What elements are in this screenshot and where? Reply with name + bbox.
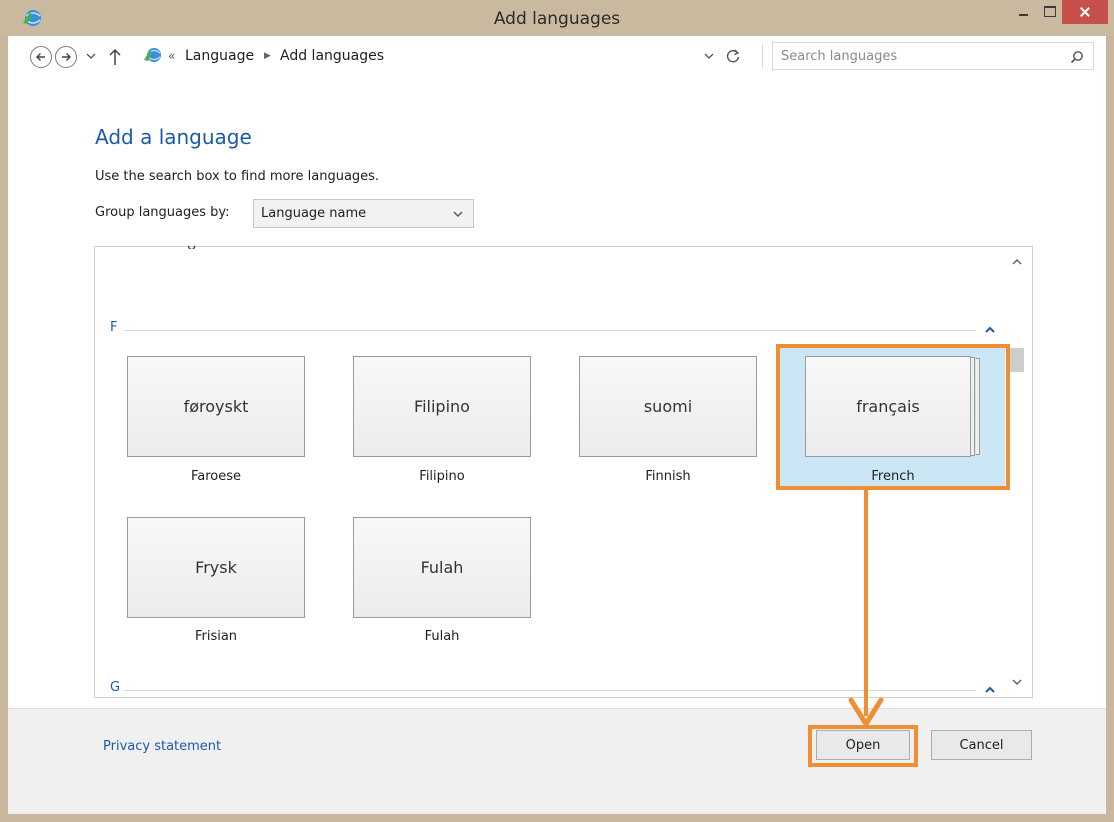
address-overflow-marker[interactable]: « (168, 44, 175, 68)
forward-button[interactable] (55, 46, 77, 68)
tile-native-name: Fulah (420, 558, 464, 577)
address-dropdown-chevron-icon[interactable] (702, 49, 716, 63)
instruction-text: Use the search box to find more language… (95, 169, 380, 184)
search-box[interactable] (772, 42, 1094, 70)
annotation-highlight-open (808, 725, 918, 767)
language-tile-faroese[interactable]: føroyskt (127, 356, 305, 457)
language-tile-frisian[interactable]: Frysk (127, 517, 305, 618)
up-arrow-icon[interactable] (106, 46, 124, 68)
group-header-f: F (110, 320, 118, 335)
arrow-right-icon (62, 53, 71, 61)
dialog-footer (8, 708, 1106, 814)
search-input[interactable] (781, 45, 1051, 67)
group-divider-f (124, 330, 976, 331)
tile-native-name: Filipino (414, 397, 470, 416)
arrow-left-icon (36, 53, 45, 61)
chevron-down-icon (453, 211, 463, 217)
add-languages-window: Add languages « Language ▶ Add languages… (0, 0, 1114, 822)
tile-native-name: suomi (643, 397, 693, 416)
address-divider (762, 44, 763, 68)
address-bar[interactable]: « Language ▶ Add languages (132, 42, 758, 70)
title-bar[interactable]: Add languages (0, 0, 1114, 36)
collapse-group-g-chevron-up-icon[interactable] (984, 685, 996, 695)
clipped-previous-item: ᴗ ˅ (187, 243, 208, 249)
recent-locations-chevron-icon[interactable] (84, 49, 98, 63)
language-tile-fulah[interactable]: Fulah (353, 517, 531, 618)
group-divider-g (124, 690, 976, 691)
search-icon[interactable] (1069, 49, 1085, 65)
privacy-statement-link[interactable]: Privacy statement (103, 739, 221, 754)
tile-native-name: Frysk (195, 558, 237, 577)
window-title: Add languages (493, 9, 621, 29)
scroll-up-chevron-icon[interactable] (1010, 255, 1024, 269)
annotation-highlight-french (776, 344, 1010, 490)
close-button[interactable] (1062, 0, 1108, 24)
tile-caption-finnish: Finnish (645, 469, 691, 484)
cancel-button[interactable]: Cancel (931, 730, 1032, 760)
group-header-g: G (110, 680, 121, 695)
minimize-button[interactable] (1010, 0, 1036, 24)
maximize-button[interactable] (1036, 0, 1062, 24)
breadcrumb-add-languages[interactable]: Add languages (280, 43, 384, 69)
tile-caption-fulah: Fulah (424, 629, 460, 644)
tile-caption-filipino: Filipino (419, 469, 465, 484)
group-by-label: Group languages by: (95, 205, 230, 220)
tile-native-name: føroyskt (183, 397, 249, 416)
group-by-selected-value: Language name (261, 206, 367, 221)
page-title: Add a language (95, 125, 252, 149)
breadcrumb-language[interactable]: Language (185, 43, 254, 69)
group-by-select[interactable]: Language name (253, 199, 474, 228)
language-tile-finnish[interactable]: suomi (579, 356, 757, 457)
language-globe-icon (144, 48, 161, 62)
language-tile-filipino[interactable]: Filipino (353, 356, 531, 457)
scroll-down-chevron-icon[interactable] (1010, 675, 1024, 689)
tile-caption-faroese: Faroese (190, 469, 242, 484)
collapse-group-f-chevron-up-icon[interactable] (984, 325, 996, 335)
back-button[interactable] (30, 46, 52, 68)
language-globe-icon (23, 10, 41, 26)
tile-caption-frisian: Frisian (194, 629, 238, 644)
refresh-icon[interactable] (724, 47, 742, 65)
breadcrumb-separator-icon[interactable]: ▶ (264, 43, 271, 69)
